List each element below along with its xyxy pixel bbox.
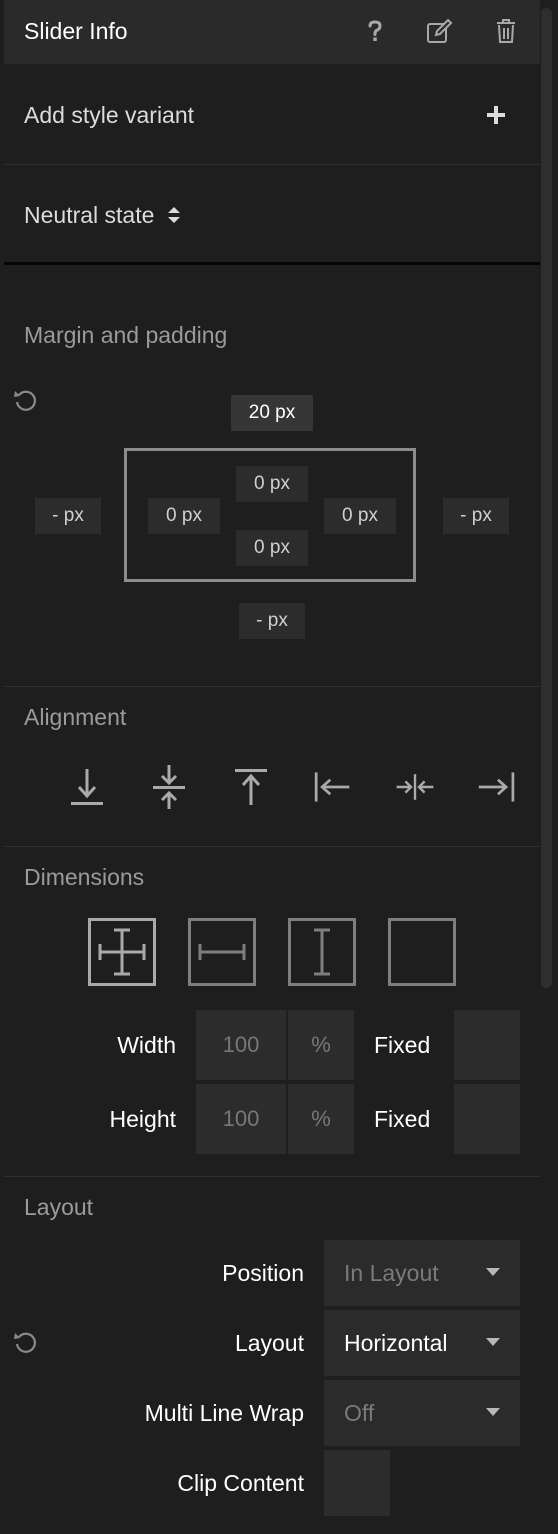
panel-title: Slider Info xyxy=(24,18,128,44)
properties-panel: Slider Info Add style variant Neutral st… xyxy=(4,0,540,1534)
clip-content-checkbox[interactable] xyxy=(324,1450,390,1516)
align-bottom-icon[interactable] xyxy=(67,762,107,812)
width-unit[interactable]: % xyxy=(288,1010,354,1080)
multi-line-wrap-value: Off xyxy=(344,1399,375,1426)
width-label: Width xyxy=(117,1032,176,1058)
chevron-down-icon xyxy=(486,1268,500,1276)
align-top-icon[interactable] xyxy=(231,762,271,812)
plus-icon[interactable] xyxy=(484,103,508,127)
reset-icon[interactable] xyxy=(12,386,42,416)
clip-content-label: Clip Content xyxy=(177,1470,304,1496)
width-fixed-checkbox[interactable] xyxy=(454,1010,520,1080)
margin-left-field[interactable]: - px xyxy=(35,498,101,534)
chevron-down-icon xyxy=(486,1408,500,1416)
padding-right-field[interactable]: 0 px xyxy=(324,498,396,534)
margin-top-field[interactable]: 20 px xyxy=(231,395,313,431)
divider xyxy=(4,686,540,687)
height-fixed-checkbox[interactable] xyxy=(454,1084,520,1154)
layout-value: Horizontal xyxy=(344,1329,448,1356)
divider xyxy=(4,164,540,165)
padding-bottom-field[interactable]: 0 px xyxy=(236,530,308,566)
padding-top-field[interactable]: 0 px xyxy=(236,466,308,502)
fill-width-icon[interactable] xyxy=(188,918,256,986)
chevron-down-icon xyxy=(486,1338,500,1346)
panel-header: Slider Info xyxy=(4,0,540,64)
sort-arrows-icon xyxy=(167,203,181,230)
edit-icon[interactable] xyxy=(425,16,455,46)
scrollbar-thumb[interactable] xyxy=(541,8,552,988)
margin-padding-title: Margin and padding xyxy=(24,322,228,348)
alignment-title: Alignment xyxy=(24,704,127,730)
position-value: In Layout xyxy=(344,1259,439,1286)
align-right-icon[interactable] xyxy=(477,762,517,812)
position-label: Position xyxy=(222,1260,304,1286)
section-separator xyxy=(4,262,540,265)
margin-right-field[interactable]: - px xyxy=(443,498,509,534)
trash-icon[interactable] xyxy=(491,16,521,46)
add-style-variant-label[interactable]: Add style variant xyxy=(24,102,194,129)
margin-bottom-field[interactable]: - px xyxy=(239,603,305,639)
layout-select[interactable]: Horizontal xyxy=(324,1310,520,1376)
reset-icon[interactable] xyxy=(12,1328,42,1358)
fill-both-icon[interactable] xyxy=(88,918,156,986)
padding-left-field[interactable]: 0 px xyxy=(148,498,220,534)
state-label: Neutral state xyxy=(24,202,155,228)
layout-label: Layout xyxy=(234,1330,304,1356)
width-input[interactable]: 100 xyxy=(196,1010,286,1080)
position-select[interactable]: In Layout xyxy=(324,1240,520,1306)
state-selector[interactable]: Neutral state xyxy=(24,202,181,230)
fill-height-icon[interactable] xyxy=(288,918,356,986)
align-vertical-center-icon[interactable] xyxy=(149,762,189,812)
help-icon[interactable] xyxy=(360,16,390,46)
align-horizontal-center-icon[interactable] xyxy=(395,762,435,812)
width-mode-label: Fixed xyxy=(374,1032,431,1058)
layout-title: Layout xyxy=(24,1194,94,1220)
divider xyxy=(4,1176,540,1177)
height-unit[interactable]: % xyxy=(288,1084,354,1154)
align-left-icon[interactable] xyxy=(313,762,353,812)
fixed-size-icon[interactable] xyxy=(388,918,456,986)
multi-line-wrap-select[interactable]: Off xyxy=(324,1380,520,1446)
height-mode-label: Fixed xyxy=(374,1106,431,1132)
divider xyxy=(4,846,540,847)
height-label: Height xyxy=(109,1106,176,1132)
dimensions-title: Dimensions xyxy=(24,864,145,890)
height-input[interactable]: 100 xyxy=(196,1084,286,1154)
multi-line-wrap-label: Multi Line Wrap xyxy=(144,1400,304,1426)
